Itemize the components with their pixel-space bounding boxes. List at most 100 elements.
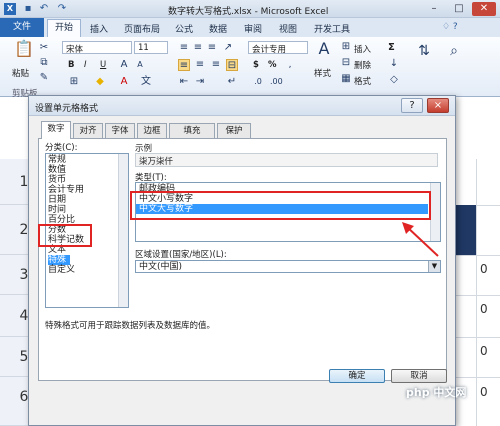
dialog-title-bar[interactable]: 设置单元格格式 ? ×: [29, 96, 455, 116]
bold-button[interactable]: B: [68, 60, 74, 70]
locale-label: 区域设置(国家/地区)(L):: [135, 250, 227, 260]
styles-button[interactable]: 样式: [314, 67, 331, 79]
tab-insert[interactable]: 插入: [90, 22, 108, 35]
border-icon[interactable]: ⊞: [68, 76, 80, 88]
fill-color-icon[interactable]: ◆: [94, 76, 106, 88]
align-left-icon[interactable]: ≡: [178, 59, 190, 71]
format-description: 特殊格式可用于跟踪数据列表及数据库的值。: [45, 321, 216, 331]
ribbon: 📋 粘贴 ✂ ⧉ ✎ 剪贴板 宋体 11 B I U A A ⊞ ◆ A 文 ≡…: [0, 37, 500, 99]
increase-decimal-icon[interactable]: .0: [252, 76, 264, 88]
delete-button[interactable]: 删除: [354, 59, 371, 71]
font-shrink-icon[interactable]: A: [134, 59, 146, 71]
tab-page-layout[interactable]: 页面布局: [124, 22, 160, 35]
align-right-icon[interactable]: ≡: [210, 59, 222, 71]
redo-icon[interactable]: ↷: [56, 3, 68, 15]
header-cell[interactable]: [456, 205, 476, 255]
paste-icon[interactable]: 📋: [14, 41, 34, 63]
ok-button[interactable]: 确定: [329, 369, 385, 383]
clear-icon[interactable]: ◇: [388, 74, 400, 86]
insert-button[interactable]: 插入: [354, 43, 371, 55]
number-format-select[interactable]: 会计专用: [248, 41, 308, 55]
merge-center-icon[interactable]: ⊟: [226, 59, 238, 71]
locale-value: 中文(中国): [139, 262, 183, 272]
tab-alignment[interactable]: 对齐: [73, 123, 103, 138]
font-grow-icon[interactable]: A: [118, 59, 130, 71]
tab-home[interactable]: 开始: [47, 19, 81, 37]
category-item[interactable]: 会计专用: [48, 185, 84, 195]
close-dialog-button[interactable]: ×: [427, 98, 449, 113]
tab-review[interactable]: 审阅: [244, 22, 262, 35]
tab-number[interactable]: 数字: [41, 121, 71, 139]
tab-file[interactable]: 文件: [0, 18, 44, 37]
category-item[interactable]: 时间: [48, 205, 66, 215]
annotation-arrow-icon: [402, 222, 439, 257]
font-size-select[interactable]: 11: [134, 41, 168, 54]
category-item[interactable]: 常规: [48, 155, 66, 165]
save-icon[interactable]: ▪: [22, 3, 34, 15]
tab-font[interactable]: 字体: [105, 123, 135, 138]
styles-icon[interactable]: A: [314, 41, 334, 63]
phonetic-icon[interactable]: 文: [140, 76, 152, 88]
category-item[interactable]: 货币: [48, 175, 66, 185]
copy-icon[interactable]: ⧉: [38, 57, 50, 69]
cancel-button[interactable]: 取消: [391, 369, 447, 383]
chevron-down-icon[interactable]: ▼: [428, 261, 440, 272]
decrease-decimal-icon[interactable]: .00: [270, 76, 283, 88]
delete-icon[interactable]: ⊟: [340, 57, 352, 69]
cell-value[interactable]: 0: [480, 344, 488, 358]
italic-button[interactable]: I: [84, 60, 87, 70]
cut-icon[interactable]: ✂: [38, 42, 50, 54]
paste-button[interactable]: 粘贴: [12, 67, 29, 79]
autosum-button[interactable]: Σ: [388, 42, 395, 53]
align-bottom-icon[interactable]: ≡: [206, 42, 218, 54]
close-window-icon[interactable]: ✕: [472, 2, 496, 16]
sort-filter-icon[interactable]: ⇅: [414, 44, 434, 63]
tab-formulas[interactable]: 公式: [175, 22, 193, 35]
category-item[interactable]: 数值: [48, 165, 66, 175]
underline-button[interactable]: U: [100, 60, 106, 70]
tab-data[interactable]: 数据: [209, 22, 227, 35]
wrap-text-icon[interactable]: ↵: [226, 76, 238, 88]
font-color-icon[interactable]: A: [118, 76, 130, 88]
find-select-icon[interactable]: ⌕: [444, 44, 464, 63]
minimize-icon[interactable]: –: [422, 2, 446, 16]
cell-value[interactable]: 0: [480, 262, 488, 276]
help-icon[interactable]: ♢ ?: [442, 22, 458, 32]
insert-icon[interactable]: ⊞: [340, 41, 352, 53]
sample-box: 柒万柒仟: [135, 153, 438, 167]
format-cells-dialog: 设置单元格格式 ? × 数字 对齐 字体 边框 填充 保护 分类(C): 常规 …: [28, 95, 456, 426]
window-title: 数字转大写格式.xlsx - Microsoft Excel: [168, 7, 329, 17]
format-painter-icon[interactable]: ✎: [38, 72, 50, 84]
fill-icon[interactable]: ↓: [388, 58, 400, 70]
category-item[interactable]: 日期: [48, 195, 66, 205]
tab-fill[interactable]: 填充: [169, 123, 215, 138]
format-button[interactable]: 格式: [354, 75, 371, 87]
category-item-selected[interactable]: 特殊: [48, 255, 71, 265]
align-center-icon[interactable]: ≡: [194, 59, 206, 71]
dialog-title: 设置单元格格式: [35, 104, 99, 114]
percent-button[interactable]: %: [268, 60, 277, 70]
cell-value[interactable]: 0: [480, 302, 488, 316]
comma-style-icon[interactable]: ,: [284, 59, 296, 71]
format-icon[interactable]: ▦: [340, 73, 352, 85]
category-label: 分类(C):: [45, 143, 78, 153]
align-top-icon[interactable]: ≡: [178, 42, 190, 54]
font-name-select[interactable]: 宋体: [62, 41, 132, 55]
tab-protection[interactable]: 保护: [217, 123, 251, 138]
orientation-icon[interactable]: ↗: [222, 42, 234, 54]
tab-border[interactable]: 边框: [137, 123, 167, 138]
currency-button[interactable]: $: [253, 60, 259, 70]
tab-developer[interactable]: 开发工具: [314, 22, 350, 35]
undo-icon[interactable]: ↶: [38, 3, 50, 15]
maximize-icon[interactable]: □: [447, 2, 471, 16]
category-scrollbar[interactable]: [118, 154, 128, 307]
ribbon-tab-bar: 文件 开始 插入 页面布局 公式 数据 审阅 视图 开发工具 ♢ ?: [0, 18, 500, 37]
category-item[interactable]: 自定义: [48, 265, 75, 275]
sample-value: 柒万柒仟: [139, 157, 174, 167]
decrease-indent-icon[interactable]: ⇤: [178, 76, 190, 88]
increase-indent-icon[interactable]: ⇥: [194, 76, 206, 88]
help-button[interactable]: ?: [401, 98, 423, 113]
locale-select[interactable]: 中文(中国) ▼: [135, 260, 441, 273]
tab-view[interactable]: 视图: [279, 22, 297, 35]
align-middle-icon[interactable]: ≡: [192, 42, 204, 54]
